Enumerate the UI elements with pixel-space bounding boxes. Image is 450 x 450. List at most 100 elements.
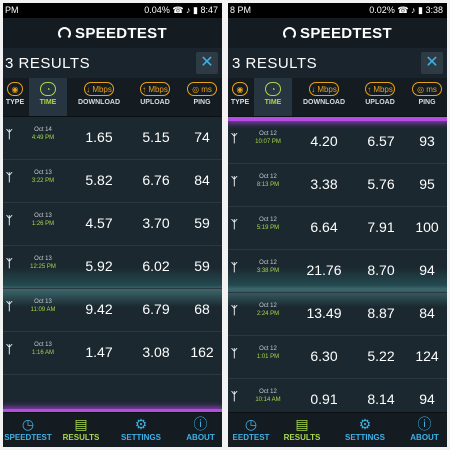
row-ping: 95 (419, 176, 435, 192)
result-row[interactable]: ᛉ Oct 12 5:19 PM 6.64 7.91 100 (228, 207, 447, 250)
result-row[interactable]: ᛉ Oct 12 1:01 PM 6.30 5.22 124 (228, 336, 447, 379)
row-time: 12:25 PM (30, 264, 56, 270)
row-upload: 3.70 (142, 215, 170, 231)
row-ping: 59 (194, 215, 210, 231)
column-upload[interactable]: ↑ Mbps UPLOAD (129, 78, 181, 116)
row-download: 21.76 (306, 262, 342, 278)
column-type[interactable]: ◉ TYPE (3, 78, 27, 116)
row-datetime: Oct 13 1:26 PM (21, 212, 65, 228)
row-upload: 5.15 (142, 129, 170, 145)
nav-label: RESULTS (283, 433, 321, 442)
column-label: UPLOAD (140, 99, 170, 106)
row-time: 10:07 PM (255, 139, 281, 145)
row-download: 6.64 (310, 219, 338, 235)
result-row[interactable]: ᛉ Oct 12 3:38 PM 21.76 8.70 94 (228, 250, 447, 293)
column-download[interactable]: ↓ Mbps DOWNLOAD (296, 78, 352, 116)
row-ping: 162 (190, 344, 214, 360)
app-header: SPEEDTEST (228, 18, 447, 48)
row-date: Oct 13 (34, 299, 52, 305)
status-bar: 8 PM 0.02% ☎ ♪ ▮ 3:38 (228, 3, 447, 18)
speedtest-icon: ◷ (244, 416, 258, 432)
nav-results[interactable]: ▤ RESULTS (274, 413, 330, 447)
result-row[interactable]: ᛉ Oct 13 1:26 PM 4.57 3.70 59 (3, 203, 222, 246)
column-headers: ◉ TYPE ◔ TIME ↓ Mbps DOWNLOAD ↑ Mbps UPL… (228, 78, 447, 117)
row-time: 11:09 AM (30, 307, 56, 313)
column-label: TYPE (5, 99, 25, 106)
result-row[interactable]: ᛉ Oct 13 11:09 AM 9.42 6.79 68 (3, 289, 222, 332)
nav-about[interactable]: ⓘ ABOUT (179, 413, 222, 447)
nav-settings[interactable]: ⚙ SETTINGS (334, 413, 396, 447)
row-datetime: Oct 12 5:19 PM (246, 216, 290, 232)
row-time: 3:22 PM (31, 178, 55, 184)
result-row[interactable]: ᛉ Oct 13 12:25 PM 5.92 6.02 59 (3, 246, 222, 289)
result-row[interactable]: ᛉ Oct 12 10:14 AM 0.91 8.14 94 (228, 379, 447, 413)
speedtest-panel-left: PM 0.04% ☎ ♪ ▮ 8:47 SPEEDTEST 3 RESULTS … (3, 3, 222, 447)
result-row[interactable]: ᛉ Oct 12 10:07 PM 4.20 6.57 93 (228, 121, 447, 164)
row-download: 6.30 (310, 348, 338, 364)
column-download[interactable]: ↓ Mbps DOWNLOAD (71, 78, 127, 116)
about-icon: ⓘ (193, 416, 208, 432)
row-date: Oct 13 (34, 256, 52, 262)
row-date: Oct 12 (259, 346, 277, 352)
result-row[interactable]: ᛉ Oct 14 4:49 PM 1.65 5.15 74 (3, 117, 222, 160)
wifi-icon: ᛉ (6, 258, 13, 270)
nav-label: RESULTS (62, 433, 100, 442)
nav-results[interactable]: ▤ RESULTS (53, 413, 109, 447)
row-time: 10:14 AM (255, 397, 281, 403)
row-date: Oct 12 (259, 174, 277, 180)
nav-label: EEDTEST (232, 433, 270, 442)
results-list: ᛉ Oct 12 10:07 PM 4.20 6.57 93 ᛉ Oct 12 8:… (228, 117, 447, 413)
row-upload: 6.02 (142, 258, 170, 274)
row-upload: 6.76 (142, 172, 170, 188)
nav-settings[interactable]: ⚙ SETTINGS (111, 413, 171, 447)
app-header: SPEEDTEST (3, 18, 222, 48)
column-ping[interactable]: ◎ ms PING (408, 78, 446, 116)
column-upload[interactable]: ↑ Mbps UPLOAD (354, 78, 406, 116)
row-datetime: Oct 12 8:13 PM (246, 173, 290, 189)
tools-icon[interactable]: ✕ (421, 52, 443, 74)
result-row[interactable]: ᛉ Oct 12 2:24 PM 13.49 8.87 84 (228, 293, 447, 336)
row-download: 3.38 (310, 176, 338, 192)
column-label: PING (193, 99, 211, 106)
column-label: DOWNLOAD (78, 99, 120, 106)
row-download: 5.92 (85, 258, 113, 274)
nav-about[interactable]: ⓘ ABOUT (402, 413, 447, 447)
settings-icon: ⚙ (134, 416, 148, 432)
wifi-icon: ᛉ (6, 172, 13, 184)
app-title: SPEEDTEST (75, 25, 167, 42)
wifi-icon: ᛉ (6, 215, 13, 227)
nav-speedtest[interactable]: ◷ SPEEDTEST (3, 413, 53, 447)
column-time[interactable]: ◔ TIME (29, 78, 67, 116)
row-ping: 100 (415, 219, 439, 235)
column-headers: ◉ TYPE ◔ TIME ↓ Mbps DOWNLOAD ↑ Mbps UPL… (3, 78, 222, 117)
row-ping: 124 (415, 348, 439, 364)
ping-icon: ◎ ms (412, 82, 442, 96)
row-download: 4.20 (310, 133, 338, 149)
row-upload: 3.08 (142, 344, 170, 360)
nav-speedtest[interactable]: ◷ EEDTEST (228, 413, 274, 447)
ping-icon: ◎ ms (187, 82, 217, 96)
row-upload: 6.57 (367, 133, 395, 149)
wifi-icon: ᛉ (231, 176, 238, 188)
row-datetime: Oct 13 11:09 AM (21, 298, 65, 314)
column-type[interactable]: ◉ TYPE (228, 78, 252, 116)
row-ping: 94 (419, 391, 435, 407)
column-time[interactable]: ◔ TIME (254, 78, 292, 116)
row-download: 1.47 (85, 344, 113, 360)
download-icon: ↓ Mbps (309, 82, 339, 96)
row-download: 1.65 (85, 129, 113, 145)
row-date: Oct 12 (259, 260, 277, 266)
column-ping[interactable]: ◎ ms PING (183, 78, 221, 116)
column-label: PING (418, 99, 436, 106)
row-datetime: Oct 12 2:24 PM (246, 302, 290, 318)
row-ping: 94 (419, 262, 435, 278)
tools-icon[interactable]: ✕ (196, 52, 218, 74)
result-row[interactable]: ᛉ Oct 13 3:22 PM 5.82 6.76 84 (3, 160, 222, 203)
result-row[interactable]: ᛉ Oct 13 1:16 AM 1.47 3.08 162 (3, 332, 222, 375)
gauge-icon (58, 27, 72, 40)
row-ping: 93 (419, 133, 435, 149)
results-title: 3 RESULTS (232, 55, 318, 72)
results-titlebar: 3 RESULTS ✕ (3, 48, 222, 78)
result-row[interactable]: ᛉ Oct 12 8:13 PM 3.38 5.76 95 (228, 164, 447, 207)
row-upload: 5.22 (367, 348, 395, 364)
